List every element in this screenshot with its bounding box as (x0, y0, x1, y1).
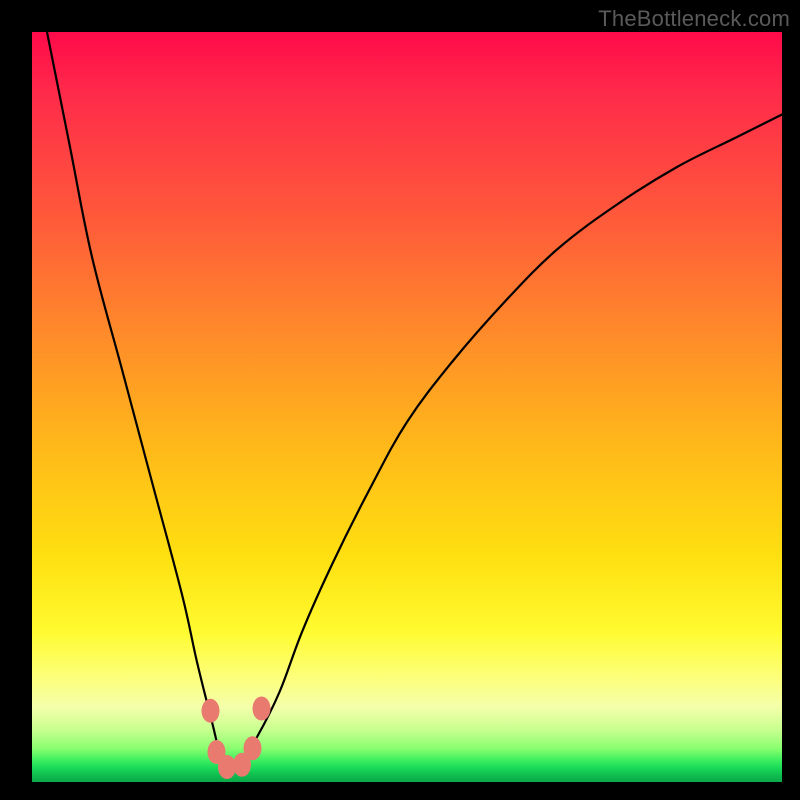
curve-layer (32, 32, 782, 782)
watermark-text: TheBottleneck.com (598, 6, 790, 32)
bottleneck-curve (47, 32, 782, 769)
curve-marker (253, 697, 271, 721)
curve-marker (244, 736, 262, 760)
curve-marker (202, 699, 220, 723)
plot-area (32, 32, 782, 782)
chart-frame: TheBottleneck.com (0, 0, 800, 800)
curve-markers (202, 697, 271, 780)
